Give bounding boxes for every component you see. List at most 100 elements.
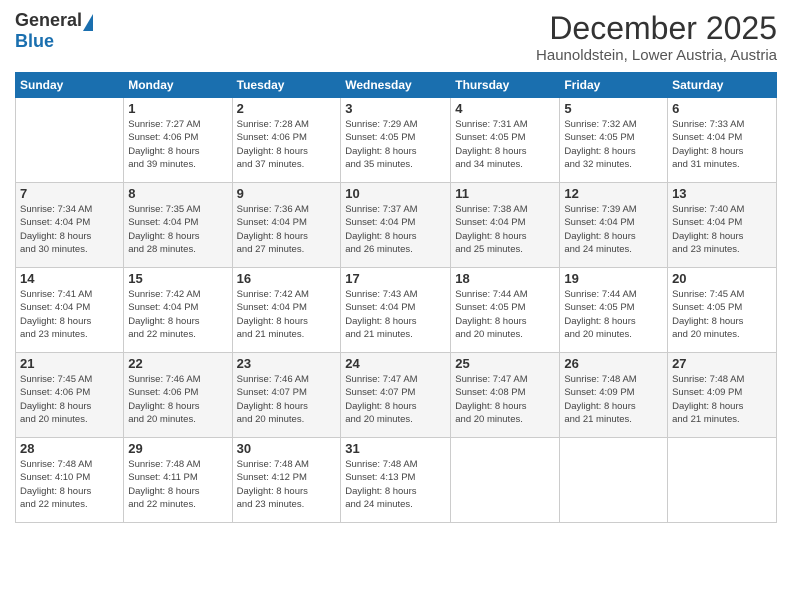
day-number: 4: [455, 101, 555, 116]
day-number: 11: [455, 186, 555, 201]
day-info: Sunrise: 7:48 AM Sunset: 4:09 PM Dayligh…: [564, 373, 663, 426]
day-number: 17: [345, 271, 446, 286]
calendar-cell: 16 Sunrise: 7:42 AM Sunset: 4:04 PM Dayli…: [232, 268, 341, 353]
day-info: Sunrise: 7:44 AM Sunset: 4:05 PM Dayligh…: [455, 288, 555, 341]
calendar-cell: 10 Sunrise: 7:37 AM Sunset: 4:04 PM Dayli…: [341, 183, 451, 268]
day-info: Sunrise: 7:46 AM Sunset: 4:06 PM Dayligh…: [128, 373, 227, 426]
day-info: Sunrise: 7:48 AM Sunset: 4:11 PM Dayligh…: [128, 458, 227, 511]
calendar-header-row: SundayMondayTuesdayWednesdayThursdayFrid…: [16, 73, 777, 98]
day-number: 20: [672, 271, 772, 286]
day-number: 22: [128, 356, 227, 371]
calendar-cell: 15 Sunrise: 7:42 AM Sunset: 4:04 PM Dayli…: [124, 268, 232, 353]
calendar-cell: 23Sunrise: 7:46 AM Sunset: 4:07 PM Dayli…: [232, 353, 341, 438]
calendar-header-tuesday: Tuesday: [232, 73, 341, 98]
day-number: 7: [20, 186, 119, 201]
calendar-cell: 8 Sunrise: 7:35 AM Sunset: 4:04 PM Daylig…: [124, 183, 232, 268]
day-number: 21: [20, 356, 119, 371]
day-number: 31: [345, 441, 446, 456]
day-info: Sunrise: 7:42 AM Sunset: 4:04 PM Dayligh…: [128, 288, 227, 341]
calendar-cell: 19Sunrise: 7:44 AM Sunset: 4:05 PM Dayli…: [560, 268, 668, 353]
day-number: 28: [20, 441, 119, 456]
calendar-week-5: 28 Sunrise: 7:48 AM Sunset: 4:10 PM Dayli…: [16, 438, 777, 523]
day-number: 16: [237, 271, 337, 286]
day-info: Sunrise: 7:33 AM Sunset: 4:04 PM Dayligh…: [672, 118, 772, 171]
calendar-week-4: 21 Sunrise: 7:45 AM Sunset: 4:06 PM Dayli…: [16, 353, 777, 438]
day-number: 8: [128, 186, 227, 201]
day-info: Sunrise: 7:37 AM Sunset: 4:04 PM Dayligh…: [345, 203, 446, 256]
day-info: Sunrise: 7:40 AM Sunset: 4:04 PM Dayligh…: [672, 203, 772, 256]
calendar-cell: 6Sunrise: 7:33 AM Sunset: 4:04 PM Daylig…: [668, 98, 777, 183]
calendar-cell: 31 Sunrise: 7:48 AM Sunset: 4:13 PM Dayli…: [341, 438, 451, 523]
day-info: Sunrise: 7:47 AM Sunset: 4:08 PM Dayligh…: [455, 373, 555, 426]
calendar-cell: 7 Sunrise: 7:34 AM Sunset: 4:04 PM Daylig…: [16, 183, 124, 268]
day-info: Sunrise: 7:32 AM Sunset: 4:05 PM Dayligh…: [564, 118, 663, 171]
calendar-cell: 29 Sunrise: 7:48 AM Sunset: 4:11 PM Dayli…: [124, 438, 232, 523]
calendar-table: SundayMondayTuesdayWednesdayThursdayFrid…: [15, 72, 777, 523]
page: General Blue December 2025 Haunoldstein,…: [0, 0, 792, 612]
day-number: 18: [455, 271, 555, 286]
logo-blue-text: Blue: [15, 31, 54, 52]
title-section: December 2025 Haunoldstein, Lower Austri…: [536, 10, 777, 64]
header: General Blue December 2025 Haunoldstein,…: [15, 10, 777, 64]
location-title: Haunoldstein, Lower Austria, Austria: [536, 47, 777, 64]
calendar-cell: 2Sunrise: 7:28 AM Sunset: 4:06 PM Daylig…: [232, 98, 341, 183]
day-info: Sunrise: 7:35 AM Sunset: 4:04 PM Dayligh…: [128, 203, 227, 256]
day-number: 14: [20, 271, 119, 286]
calendar-cell: 30Sunrise: 7:48 AM Sunset: 4:12 PM Dayli…: [232, 438, 341, 523]
calendar-header-friday: Friday: [560, 73, 668, 98]
calendar-header-wednesday: Wednesday: [341, 73, 451, 98]
calendar-cell: 27 Sunrise: 7:48 AM Sunset: 4:09 PM Dayli…: [668, 353, 777, 438]
day-info: Sunrise: 7:44 AM Sunset: 4:05 PM Dayligh…: [564, 288, 663, 341]
calendar-cell: 9Sunrise: 7:36 AM Sunset: 4:04 PM Daylig…: [232, 183, 341, 268]
calendar-cell: 14 Sunrise: 7:41 AM Sunset: 4:04 PM Dayli…: [16, 268, 124, 353]
day-number: 9: [237, 186, 337, 201]
day-number: 25: [455, 356, 555, 371]
calendar-cell: 18 Sunrise: 7:44 AM Sunset: 4:05 PM Dayli…: [451, 268, 560, 353]
day-info: Sunrise: 7:42 AM Sunset: 4:04 PM Dayligh…: [237, 288, 337, 341]
calendar-cell: [16, 98, 124, 183]
day-number: 29: [128, 441, 227, 456]
day-info: Sunrise: 7:41 AM Sunset: 4:04 PM Dayligh…: [20, 288, 119, 341]
calendar-header-monday: Monday: [124, 73, 232, 98]
day-info: Sunrise: 7:28 AM Sunset: 4:06 PM Dayligh…: [237, 118, 337, 171]
calendar-cell: 3 Sunrise: 7:29 AM Sunset: 4:05 PM Daylig…: [341, 98, 451, 183]
calendar-cell: 1Sunrise: 7:27 AM Sunset: 4:06 PM Daylig…: [124, 98, 232, 183]
day-info: Sunrise: 7:38 AM Sunset: 4:04 PM Dayligh…: [455, 203, 555, 256]
day-info: Sunrise: 7:45 AM Sunset: 4:05 PM Dayligh…: [672, 288, 772, 341]
calendar-week-1: 1Sunrise: 7:27 AM Sunset: 4:06 PM Daylig…: [16, 98, 777, 183]
day-number: 15: [128, 271, 227, 286]
calendar-cell: 24Sunrise: 7:47 AM Sunset: 4:07 PM Dayli…: [341, 353, 451, 438]
calendar-header-saturday: Saturday: [668, 73, 777, 98]
day-info: Sunrise: 7:34 AM Sunset: 4:04 PM Dayligh…: [20, 203, 119, 256]
day-info: Sunrise: 7:31 AM Sunset: 4:05 PM Dayligh…: [455, 118, 555, 171]
calendar-week-3: 14 Sunrise: 7:41 AM Sunset: 4:04 PM Dayli…: [16, 268, 777, 353]
calendar-week-2: 7 Sunrise: 7:34 AM Sunset: 4:04 PM Daylig…: [16, 183, 777, 268]
day-number: 3: [345, 101, 446, 116]
logo: General Blue: [15, 10, 93, 52]
calendar-cell: [560, 438, 668, 523]
day-info: Sunrise: 7:39 AM Sunset: 4:04 PM Dayligh…: [564, 203, 663, 256]
day-info: Sunrise: 7:48 AM Sunset: 4:13 PM Dayligh…: [345, 458, 446, 511]
day-number: 27: [672, 356, 772, 371]
calendar-cell: 4 Sunrise: 7:31 AM Sunset: 4:05 PM Daylig…: [451, 98, 560, 183]
calendar-header-thursday: Thursday: [451, 73, 560, 98]
calendar-cell: 5 Sunrise: 7:32 AM Sunset: 4:05 PM Daylig…: [560, 98, 668, 183]
calendar-cell: 28 Sunrise: 7:48 AM Sunset: 4:10 PM Dayli…: [16, 438, 124, 523]
day-info: Sunrise: 7:43 AM Sunset: 4:04 PM Dayligh…: [345, 288, 446, 341]
calendar-cell: 13Sunrise: 7:40 AM Sunset: 4:04 PM Dayli…: [668, 183, 777, 268]
calendar-cell: [668, 438, 777, 523]
day-info: Sunrise: 7:27 AM Sunset: 4:06 PM Dayligh…: [128, 118, 227, 171]
day-info: Sunrise: 7:48 AM Sunset: 4:09 PM Dayligh…: [672, 373, 772, 426]
calendar-cell: 11 Sunrise: 7:38 AM Sunset: 4:04 PM Dayli…: [451, 183, 560, 268]
day-number: 5: [564, 101, 663, 116]
logo-triangle-icon: [83, 14, 93, 31]
day-info: Sunrise: 7:29 AM Sunset: 4:05 PM Dayligh…: [345, 118, 446, 171]
day-number: 30: [237, 441, 337, 456]
day-info: Sunrise: 7:45 AM Sunset: 4:06 PM Dayligh…: [20, 373, 119, 426]
calendar-cell: 25 Sunrise: 7:47 AM Sunset: 4:08 PM Dayli…: [451, 353, 560, 438]
day-info: Sunrise: 7:46 AM Sunset: 4:07 PM Dayligh…: [237, 373, 337, 426]
day-info: Sunrise: 7:48 AM Sunset: 4:10 PM Dayligh…: [20, 458, 119, 511]
calendar-cell: 21 Sunrise: 7:45 AM Sunset: 4:06 PM Dayli…: [16, 353, 124, 438]
day-number: 10: [345, 186, 446, 201]
day-number: 24: [345, 356, 446, 371]
